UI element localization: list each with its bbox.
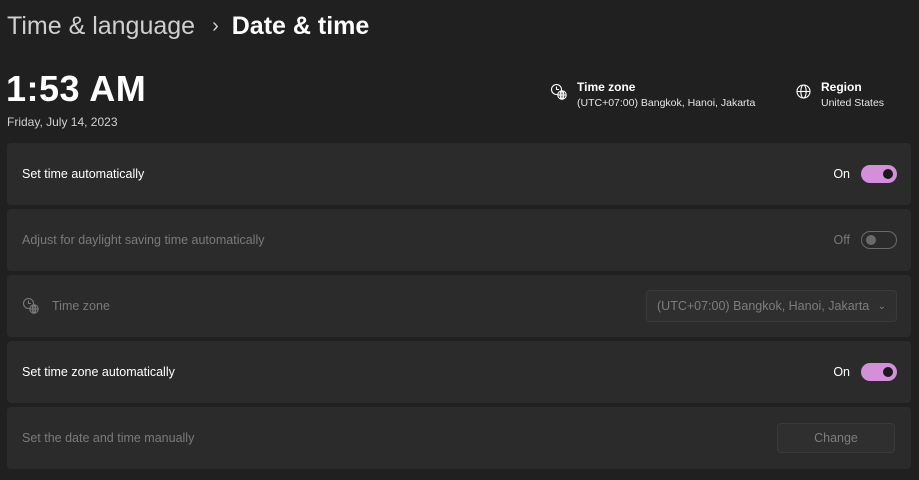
toggle-state-label: Off	[833, 233, 850, 247]
breadcrumb: Time & language › Date & time	[7, 12, 369, 41]
daylight-saving-card: Adjust for daylight saving time automati…	[7, 209, 911, 271]
clock-globe-icon	[550, 83, 567, 100]
toggle-knob	[883, 169, 893, 179]
time-zone-title: Time zone	[577, 80, 636, 94]
daylight-saving-label: Adjust for daylight saving time automati…	[22, 233, 265, 247]
set-time-zone-automatically-toggle[interactable]	[861, 363, 897, 381]
time-zone-info: Time zone (UTC+07:00) Bangkok, Hanoi, Ja…	[550, 80, 755, 111]
toggle-knob	[883, 367, 893, 377]
set-time-automatically-label: Set time automatically	[22, 167, 145, 181]
set-time-zone-automatically-control[interactable]: On	[833, 363, 897, 381]
daylight-saving-control[interactable]: Off	[834, 231, 897, 249]
toggle-state-label: On	[833, 365, 850, 379]
change-button[interactable]: Change	[777, 423, 895, 453]
breadcrumb-parent-link[interactable]: Time & language	[7, 12, 195, 41]
page-title: Date & time	[231, 12, 370, 40]
set-date-time-manually-card: Set the date and time manually Change	[7, 407, 911, 469]
toggle-knob	[866, 235, 876, 245]
toggle-state-label: On	[833, 167, 850, 181]
globe-icon	[796, 84, 811, 99]
breadcrumb-separator-icon: ›	[212, 15, 219, 37]
current-time: 1:53 AM	[6, 68, 147, 109]
current-date: Friday, July 14, 2023	[7, 115, 118, 129]
time-zone-label: Time zone	[52, 299, 110, 313]
set-time-automatically-control[interactable]: On	[833, 165, 897, 183]
time-zone-card: Time zone (UTC+07:00) Bangkok, Hanoi, Ja…	[7, 275, 911, 337]
set-time-automatically-toggle[interactable]	[861, 165, 897, 183]
time-zone-value: (UTC+07:00) Bangkok, Hanoi, Jakarta	[577, 97, 756, 109]
region-title: Region	[821, 80, 862, 94]
set-date-time-manually-label: Set the date and time manually	[22, 431, 195, 445]
time-zone-dropdown[interactable]: (UTC+07:00) Bangkok, Hanoi, Jakarta ⌄	[646, 290, 897, 322]
region-value: United States	[821, 97, 885, 109]
set-time-zone-automatically-card: Set time zone automatically On	[7, 341, 911, 403]
region-info: Region United States	[795, 80, 884, 111]
daylight-saving-toggle[interactable]	[861, 231, 897, 249]
clock-globe-icon	[22, 297, 40, 315]
time-zone-selected-value: (UTC+07:00) Bangkok, Hanoi, Jakarta	[657, 299, 870, 313]
set-time-automatically-card: Set time automatically On	[7, 143, 911, 205]
chevron-down-icon: ⌄	[877, 300, 886, 312]
set-time-zone-automatically-label: Set time zone automatically	[22, 365, 175, 379]
